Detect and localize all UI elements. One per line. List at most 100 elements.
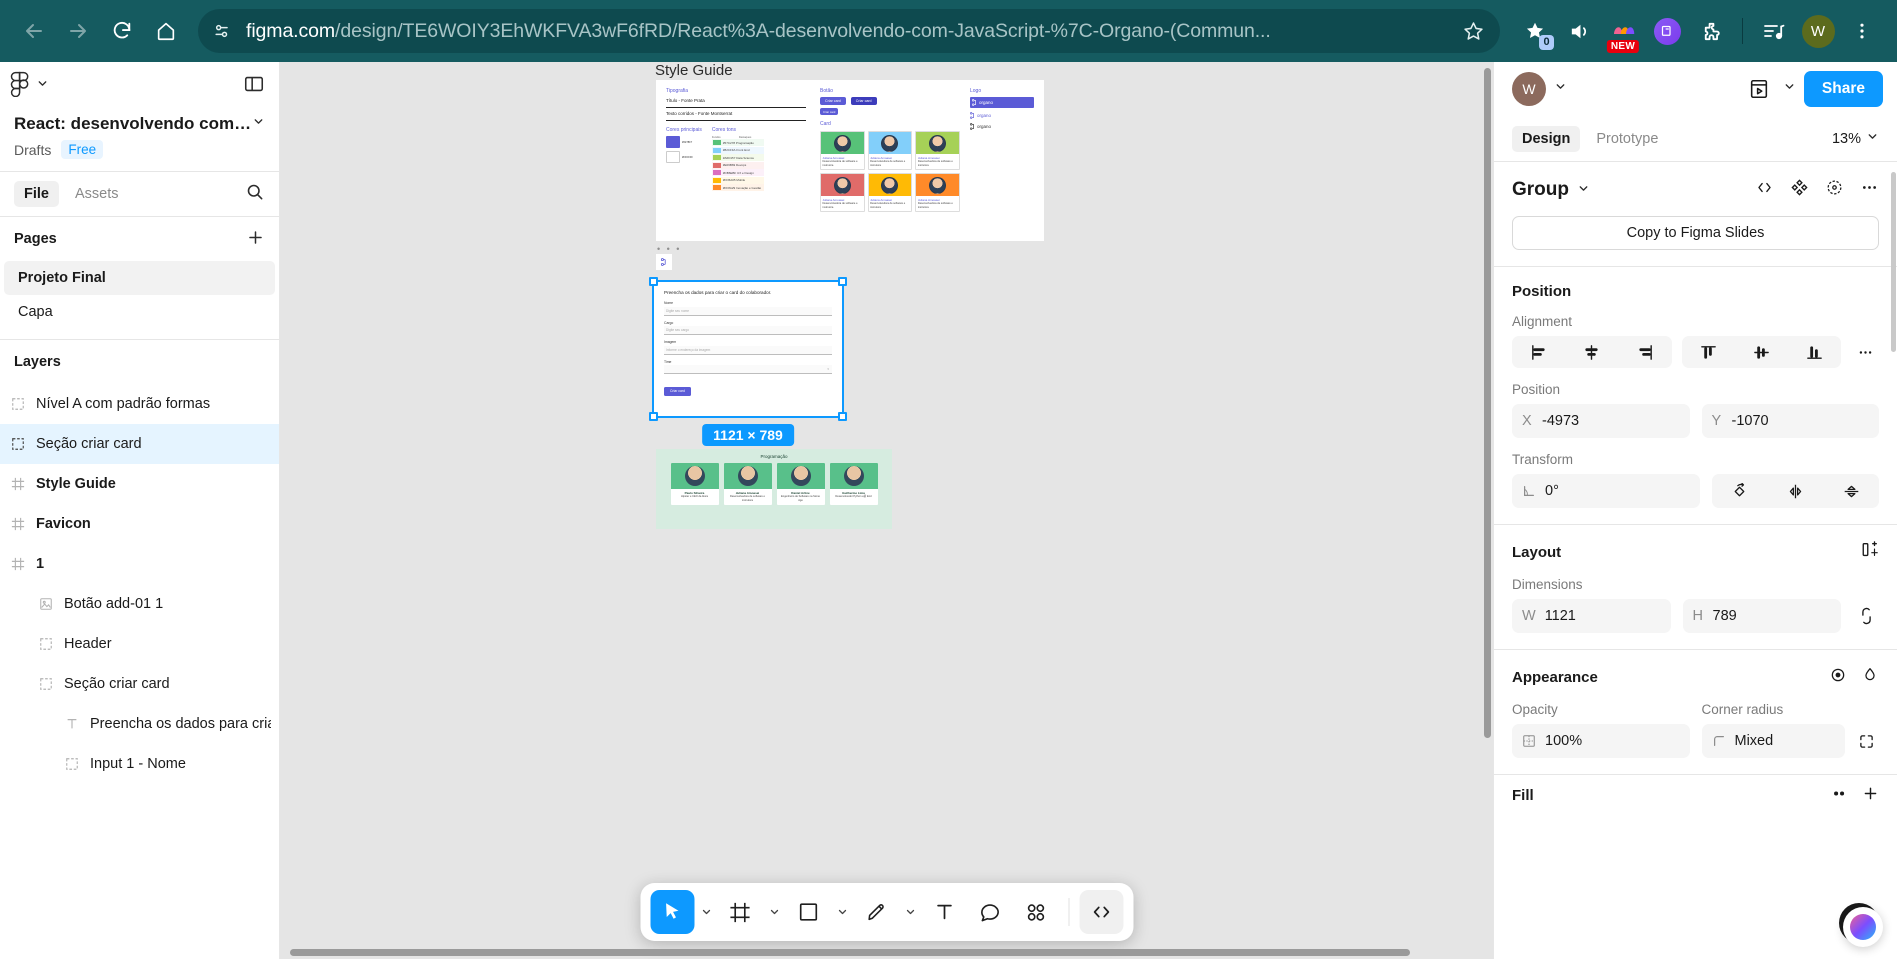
- tab-design[interactable]: Design: [1512, 125, 1581, 152]
- style-icon[interactable]: [1831, 785, 1848, 806]
- present-chevron-down-icon[interactable]: [1783, 80, 1796, 98]
- layer-row[interactable]: Style Guide: [0, 464, 279, 504]
- ai-assistant-button[interactable]: [1843, 907, 1883, 947]
- layer-row[interactable]: Seção criar card: [0, 424, 279, 464]
- align-horizontal-center-icon[interactable]: [1565, 336, 1618, 368]
- tab-file[interactable]: File: [14, 181, 59, 207]
- layer-row[interactable]: Header: [0, 624, 279, 664]
- design-canvas[interactable]: Style Guide Tipografia Título - Fonte Pr…: [280, 62, 1493, 959]
- reload-button[interactable]: [102, 11, 142, 51]
- zoom-control[interactable]: 13%: [1832, 130, 1879, 147]
- select-time[interactable]: ▾: [664, 365, 832, 374]
- flip-vertical-icon[interactable]: [1823, 474, 1879, 508]
- add-icon[interactable]: [1862, 785, 1879, 806]
- style-guide-frame[interactable]: Tipografia Título - Fonte Prata Texto co…: [656, 80, 1044, 241]
- chevron-down-icon[interactable]: [1554, 80, 1567, 98]
- address-bar[interactable]: figma.com/design/TE6WOIY3EhWKFVA3wF6fRD/…: [198, 9, 1500, 53]
- criar-card-button[interactable]: Criar card: [664, 386, 691, 396]
- input-imagem[interactable]: Informe o endereço da imagem: [664, 345, 832, 355]
- more-icon[interactable]: [1851, 344, 1879, 361]
- tab-prototype[interactable]: Prototype: [1586, 126, 1668, 152]
- page-item-capa[interactable]: Capa: [4, 295, 275, 329]
- layer-row[interactable]: Preencha os dados para criar: [0, 704, 279, 744]
- link-ratio-icon[interactable]: [1853, 607, 1879, 625]
- frame-name-style-guide[interactable]: Style Guide: [655, 62, 733, 79]
- forward-button[interactable]: [58, 11, 98, 51]
- layer-row[interactable]: 1: [0, 544, 279, 584]
- resize-handle-top-left[interactable]: [649, 277, 658, 286]
- home-button[interactable]: [146, 11, 186, 51]
- align-top-icon[interactable]: [1682, 336, 1735, 368]
- volume-icon[interactable]: [1558, 10, 1600, 52]
- copy-to-figma-slides-button[interactable]: Copy to Figma Slides: [1512, 216, 1879, 250]
- resize-handle-top-right[interactable]: [838, 277, 847, 286]
- object-type-dropdown[interactable]: Group: [1512, 179, 1590, 201]
- align-right-icon[interactable]: [1618, 336, 1671, 368]
- page-item-projeto-final[interactable]: Projeto Final: [4, 261, 275, 295]
- position-x-input[interactable]: X -4973: [1512, 404, 1690, 438]
- position-y-input[interactable]: Y -1070: [1701, 404, 1879, 438]
- input-cargo[interactable]: Digite seu cargo: [664, 326, 832, 335]
- selected-frame-secao-criar-card[interactable]: Preencha os dados para criar o card do c…: [649, 277, 847, 446]
- canvas-vertical-scrollbar[interactable]: [1484, 68, 1491, 738]
- text-tool[interactable]: [922, 890, 966, 934]
- bookmark-manager-icon[interactable]: 0: [1514, 10, 1556, 52]
- move-tool[interactable]: [650, 890, 694, 934]
- rotate-icon[interactable]: [1712, 474, 1768, 508]
- flip-horizontal-icon[interactable]: [1767, 474, 1823, 508]
- layer-row[interactable]: Botão add-01 1: [0, 584, 279, 624]
- panel-toggle-icon[interactable]: [243, 73, 265, 100]
- resize-handle-bottom-right[interactable]: [838, 412, 847, 421]
- breadcrumb[interactable]: Drafts: [14, 142, 51, 158]
- layer-row[interactable]: Nível A com padrão formas: [0, 384, 279, 424]
- puzzle-extension-icon[interactable]: [1690, 10, 1732, 52]
- shape-tool[interactable]: [786, 890, 830, 934]
- align-left-icon[interactable]: [1512, 336, 1565, 368]
- kebab-menu-icon[interactable]: [1841, 10, 1883, 52]
- blend-drop-icon[interactable]: [1861, 666, 1879, 688]
- avatar[interactable]: W: [1512, 72, 1546, 106]
- comment-tool[interactable]: [968, 890, 1012, 934]
- code-icon[interactable]: [1755, 178, 1774, 202]
- new-extension-icon[interactable]: NEW: [1602, 10, 1644, 53]
- purple-extension-icon[interactable]: [1646, 10, 1688, 52]
- width-input[interactable]: W 1121: [1512, 599, 1671, 633]
- file-title-row[interactable]: React: desenvolvendo com ...: [0, 110, 279, 134]
- rotation-input[interactable]: 0°: [1512, 474, 1700, 508]
- more-icon[interactable]: [1860, 178, 1879, 202]
- opacity-input[interactable]: 100%: [1512, 724, 1690, 758]
- profile-avatar[interactable]: W: [1797, 10, 1839, 52]
- layer-row[interactable]: Input 1 - Nome: [0, 744, 279, 784]
- move-tool-chevron-down-icon[interactable]: [696, 906, 716, 918]
- scope-icon[interactable]: [1825, 178, 1844, 202]
- programacao-frame[interactable]: Programação Paulo Silveira Hipster e CEO …: [656, 449, 892, 529]
- share-button[interactable]: Share: [1803, 71, 1883, 107]
- layer-row[interactable]: Seção criar card: [0, 664, 279, 704]
- align-bottom-icon[interactable]: [1788, 336, 1841, 368]
- search-icon[interactable]: [245, 182, 265, 207]
- align-vertical-center-icon[interactable]: [1735, 336, 1788, 368]
- chevron-down-icon[interactable]: [252, 115, 265, 133]
- canvas-horizontal-scrollbar[interactable]: [290, 949, 1410, 956]
- tab-assets[interactable]: Assets: [65, 181, 129, 207]
- present-play-icon[interactable]: [1743, 73, 1775, 105]
- media-playlist-icon[interactable]: [1753, 10, 1795, 52]
- layer-row[interactable]: Favicon: [0, 504, 279, 544]
- plus-icon[interactable]: [246, 228, 265, 251]
- actions-tool[interactable]: [1014, 890, 1058, 934]
- add-auto-layout-icon[interactable]: [1861, 541, 1879, 563]
- resize-handle-bottom-left[interactable]: [649, 412, 658, 421]
- corner-radius-input[interactable]: Mixed: [1701, 724, 1845, 758]
- back-button[interactable]: [14, 11, 54, 51]
- dev-mode-tool[interactable]: [1079, 890, 1123, 934]
- shape-tool-chevron-down-icon[interactable]: [832, 906, 852, 918]
- figma-main-menu[interactable]: [10, 71, 49, 102]
- favicon-frame[interactable]: [656, 254, 672, 270]
- pen-tool-chevron-down-icon[interactable]: [900, 906, 920, 918]
- site-settings-icon[interactable]: [204, 13, 240, 49]
- component-icon[interactable]: [1790, 178, 1809, 202]
- bookmark-star-icon[interactable]: [1454, 12, 1492, 50]
- eye-icon[interactable]: [1829, 666, 1847, 688]
- pen-tool[interactable]: [854, 890, 898, 934]
- input-nome[interactable]: Digite seu nome: [664, 306, 832, 316]
